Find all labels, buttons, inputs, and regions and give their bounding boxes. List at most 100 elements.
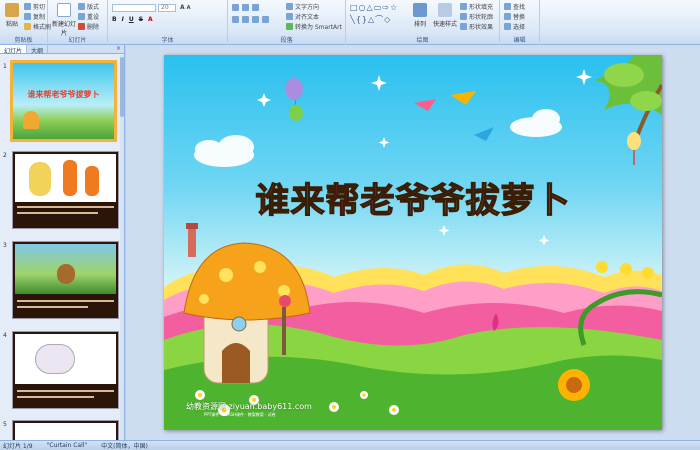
delete-icon [78,23,85,30]
title-char: 爷 [430,180,466,221]
replace-icon [504,13,511,20]
arrange-button[interactable]: 排列 [410,3,430,28]
editing-group: 查找 替换 选择 编辑 [500,0,540,45]
thumb-number: 4 [3,332,7,339]
scroll-thumb[interactable] [120,57,124,117]
lantern-icon [627,132,641,165]
grow-font-button[interactable]: AA [180,4,191,11]
font-group: 20 AA BIUSA 字体 [108,0,228,45]
indent-icon[interactable] [252,4,259,11]
tab-slides[interactable]: 幻灯片 [0,45,28,55]
shapes-gallery[interactable]: □○△▭⇨☆ [350,3,398,12]
watermark-text: 幼教资源网 ziyuan.baby611.com [186,402,312,411]
title-char: 卜 [535,180,571,221]
clipboard-group: 粘贴 剪切 复制 格式刷 剪贴板 [0,0,51,45]
sunflower-icon [558,369,590,401]
slide-thumb-3[interactable] [12,241,119,319]
title-char: 来 [290,180,326,221]
copy-icon [24,13,31,20]
thumb-number: 3 [3,242,7,249]
layout-icon [78,3,85,10]
smartart-button[interactable]: 转换为 SmartArt [286,22,342,31]
paper-plane-icon [474,127,494,141]
align-buttons[interactable] [232,16,269,23]
quick-styles-icon [438,3,452,17]
language-status: 中文(简体，中国) [101,442,148,450]
tree-icon [594,55,662,146]
italic-icon[interactable]: I [122,16,124,23]
shapes-gallery-row2[interactable]: ╲{}△⌒◇ [350,14,391,25]
scissors-icon [24,3,31,10]
font-name-box[interactable] [112,4,156,12]
title-char: 帮 [325,180,361,221]
shrink-font-icon: A [186,4,191,11]
paste-button[interactable]: 粘贴 [2,3,22,28]
paragraph-group: 文字方向 对齐文本 转换为 SmartArt 段落 [228,0,346,45]
thumb-number: 5 [3,421,7,428]
new-slide-icon [57,3,71,17]
format-painter-button[interactable]: 格式刷 [24,22,51,31]
cut-button[interactable]: 剪切 [24,2,45,11]
monkey-forest-image [15,244,116,294]
animal-image [15,423,116,440]
current-slide[interactable]: 谁来帮老爷爷拔萝卜 幼教资源网 ziyuan.baby611.com PPT课件… [164,55,662,430]
shape-fill-button[interactable]: 形状填充 [460,2,493,11]
reset-button[interactable]: 重设 [78,12,99,21]
strike-icon[interactable]: S [139,16,143,23]
align-right-icon[interactable] [252,16,259,23]
slide-thumb-2[interactable] [12,151,119,229]
font-label: 字体 [161,37,174,44]
paper-plane-icon [450,91,476,105]
drawing-label: 绘图 [416,37,429,44]
align-left-icon[interactable] [232,16,239,23]
bullets-icon[interactable] [232,4,239,11]
slide-background [164,55,662,430]
rabbit-carrot-image [15,154,116,202]
font-format-buttons[interactable]: BIUSA [112,16,153,23]
font-color-icon[interactable]: A [148,16,153,23]
delete-slide-button[interactable]: 删除 [78,22,99,31]
bold-icon[interactable]: B [112,16,117,23]
underline-icon[interactable]: U [129,16,134,23]
find-icon [504,3,511,10]
tab-outline[interactable]: 大纲 [27,45,49,55]
justify-icon[interactable] [262,16,269,23]
align-text-button[interactable]: 对齐文本 [286,12,319,21]
slide-thumb-5[interactable] [12,420,119,440]
quick-styles-button[interactable]: 快速样式 [432,3,458,28]
slide-editor: 谁来帮老爷爷拔萝卜 幼教资源网 ziyuan.baby611.com PPT课件… [126,45,700,440]
select-icon [504,23,511,30]
list-buttons[interactable] [232,4,259,11]
shape-outline-button[interactable]: 形状轮廓 [460,12,493,21]
pane-close-icon[interactable]: × [113,45,124,53]
slide-count: 幻灯片 1/9 [3,442,33,450]
numbering-icon[interactable] [242,4,249,11]
layout-button[interactable]: 版式 [78,2,99,11]
grow-font-icon: A [180,4,185,11]
font-size-box[interactable]: 20 [158,4,176,12]
shape-effects-button[interactable]: 形状效果 [460,22,493,31]
effects-icon [460,23,467,30]
slides-group: 新建幻灯片 版式 重设 删除 幻灯片 [48,0,108,45]
text-direction-button[interactable]: 文字方向 [286,2,319,11]
find-button[interactable]: 查找 [504,2,525,11]
select-button[interactable]: 选择 [504,22,525,31]
title-char: 老 [360,180,396,221]
status-bar: 幻灯片 1/9 "Curtain Call" 中文(简体，中国) [0,440,700,450]
ribbon: 粘贴 剪切 复制 格式刷 剪贴板 新建幻灯片 版式 重设 删除 幻灯片 20 A… [0,0,700,45]
fill-icon [460,3,467,10]
slide-title[interactable]: 谁来帮老爷爷拔萝卜 [164,173,662,222]
balloon-bird-icon [285,78,303,121]
slides-pane: 幻灯片 大纲 × 1 谁来帮老爷爷拔萝卜 2 3 4 5 [0,45,125,440]
align-center-icon[interactable] [242,16,249,23]
thumb-title: 谁来帮老爷爷拔萝卜 [27,90,100,99]
new-slide-button[interactable]: 新建幻灯片 [52,3,76,37]
title-char: 爷 [395,180,431,221]
sheep-image [15,334,116,384]
replace-button[interactable]: 替换 [504,12,525,21]
copy-button[interactable]: 复制 [24,12,45,21]
pane-scrollbar[interactable] [120,55,124,440]
outline-icon [460,13,467,20]
slide-thumb-4[interactable] [12,331,119,409]
slide-thumb-1[interactable]: 谁来帮老爷爷拔萝卜 [10,60,117,142]
